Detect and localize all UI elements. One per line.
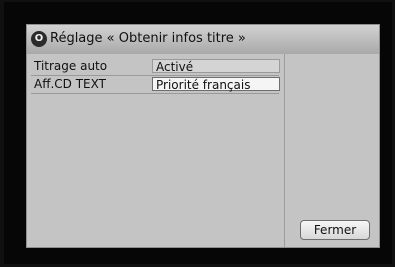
settings-dialog: O Réglage « Obtenir infos titre » Titrag… [26, 24, 380, 248]
screen: O Réglage « Obtenir infos titre » Titrag… [4, 2, 392, 264]
setting-row-titrage-auto[interactable]: Titrage auto Activé [31, 58, 280, 76]
setting-label-titrage-auto: Titrage auto [34, 59, 108, 73]
o-circle-icon: O [31, 31, 47, 47]
dialog-title: Réglage « Obtenir infos titre » [50, 31, 246, 46]
dialog-titlebar: O Réglage « Obtenir infos titre » [27, 25, 379, 55]
setting-value-aff-cd-text[interactable]: Priorité français [152, 77, 280, 92]
vertical-divider [284, 54, 285, 247]
setting-label-aff-cd-text: Aff.CD TEXT [34, 77, 106, 91]
settings-list: Titrage auto Activé Aff.CD TEXT Priorité… [31, 58, 280, 94]
close-button[interactable]: Fermer [300, 220, 370, 240]
setting-row-aff-cd-text[interactable]: Aff.CD TEXT Priorité français [31, 76, 280, 94]
setting-value-titrage-auto[interactable]: Activé [152, 59, 280, 74]
dialog-body: Titrage auto Activé Aff.CD TEXT Priorité… [27, 54, 379, 247]
